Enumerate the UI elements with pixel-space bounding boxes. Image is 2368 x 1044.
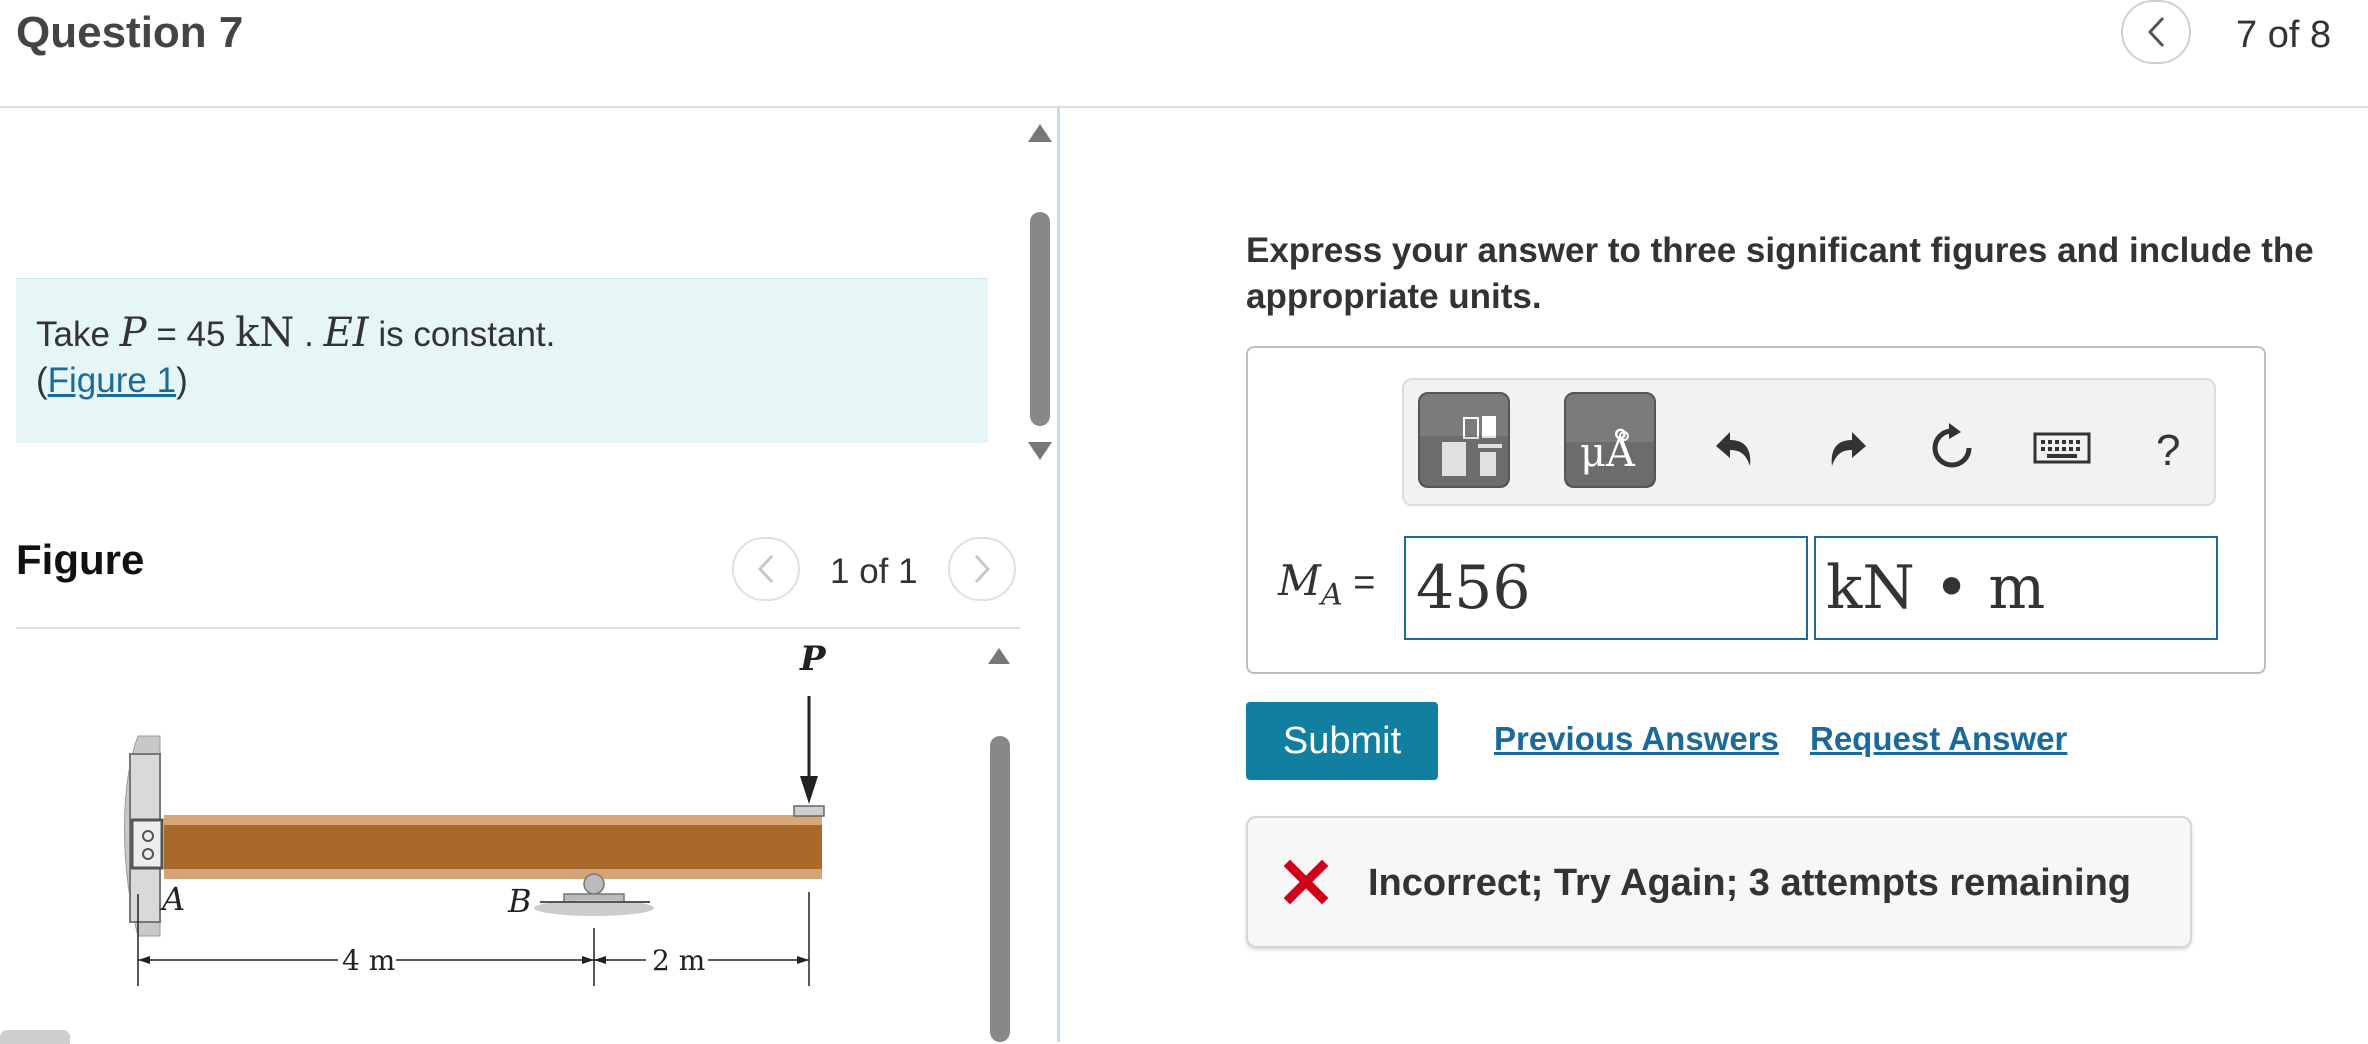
keyboard-icon [2033, 432, 2091, 464]
separator: . [294, 315, 324, 354]
figure-heading: Figure [16, 536, 145, 583]
figure-scroll-up-arrow[interactable] [986, 646, 1012, 671]
submit-button[interactable]: Submit [1246, 702, 1438, 780]
figure-divider [16, 627, 1020, 629]
problem-statement: Take P = 45 kN . EI is constant. (Figure… [36, 310, 555, 404]
units-button[interactable]: μÅ [1564, 392, 1656, 488]
request-answer-link[interactable]: Request Answer [1810, 720, 2067, 758]
dimension-right-label: 2 m [652, 944, 705, 977]
previous-answers-link[interactable]: Previous Answers [1494, 720, 1779, 758]
figure-next-button[interactable] [948, 537, 1016, 601]
redo-button[interactable] [1818, 418, 1878, 478]
figure-prev-button[interactable] [732, 537, 800, 601]
question-title: Question 7 [16, 8, 244, 57]
help-button[interactable]: ? [2156, 426, 2180, 476]
scroll-up-arrow[interactable] [1026, 122, 1054, 149]
roller-support [583, 873, 605, 895]
p-value: = 45 [146, 315, 226, 354]
templates-icon [1420, 416, 1508, 486]
feedback-message: Incorrect; Try Again; 3 attempts remaini… [1368, 862, 2131, 904]
units-button-label: μÅ [1580, 430, 1635, 476]
answer-units-input[interactable]: kN • m [1814, 536, 2218, 640]
keyboard-button[interactable] [2032, 418, 2092, 478]
undo-icon [1716, 432, 1751, 466]
previous-question-button[interactable] [2121, 0, 2191, 64]
take-label: Take [36, 315, 110, 354]
chevron-left-icon [757, 554, 774, 584]
redo-icon [1831, 432, 1866, 466]
reset-button[interactable] [1922, 418, 1982, 478]
templates-button[interactable] [1418, 392, 1510, 488]
p-unit: kN [235, 310, 295, 356]
beam-diagram: P A B 4 m 2 m [124, 639, 827, 986]
lhs-subscript: A [1321, 577, 1343, 613]
question-header [0, 0, 2368, 108]
chevron-left-icon [2147, 16, 2165, 48]
figure-scrollbar-thumb[interactable] [990, 736, 1010, 1042]
chevron-right-icon [974, 554, 991, 584]
answer-variable-label: MA = [1278, 556, 1375, 612]
figure-counter: 1 of 1 [830, 552, 918, 591]
equation-toolbar [1402, 378, 2216, 506]
pane-divider[interactable] [1057, 106, 1060, 1042]
answer-value-input[interactable]: 456 [1404, 536, 1808, 640]
answer-instruction: Express your answer to three significant… [1246, 231, 2314, 316]
scrollbar-thumb[interactable] [1030, 212, 1050, 426]
lhs-equals: = [1342, 562, 1376, 604]
paren-open: ( [36, 361, 48, 400]
point-b-label: B [507, 882, 532, 920]
point-a-label: A [159, 880, 185, 918]
ei-symbol: EI [323, 310, 369, 356]
dimension-left-label: 4 m [342, 944, 395, 977]
x-icon [1283, 859, 1329, 909]
p-symbol: P [119, 310, 147, 356]
reset-icon [1932, 423, 1972, 468]
ei-text: is constant. [368, 315, 556, 354]
paren-close: ) [176, 361, 188, 400]
undo-button[interactable] [1704, 418, 1764, 478]
question-counter: 7 of 8 [2236, 14, 2332, 56]
figure-link[interactable]: Figure 1 [48, 361, 176, 400]
load-label: P [799, 639, 827, 679]
scroll-down-arrow[interactable] [1026, 440, 1054, 467]
lhs-symbol: M [1278, 556, 1322, 605]
